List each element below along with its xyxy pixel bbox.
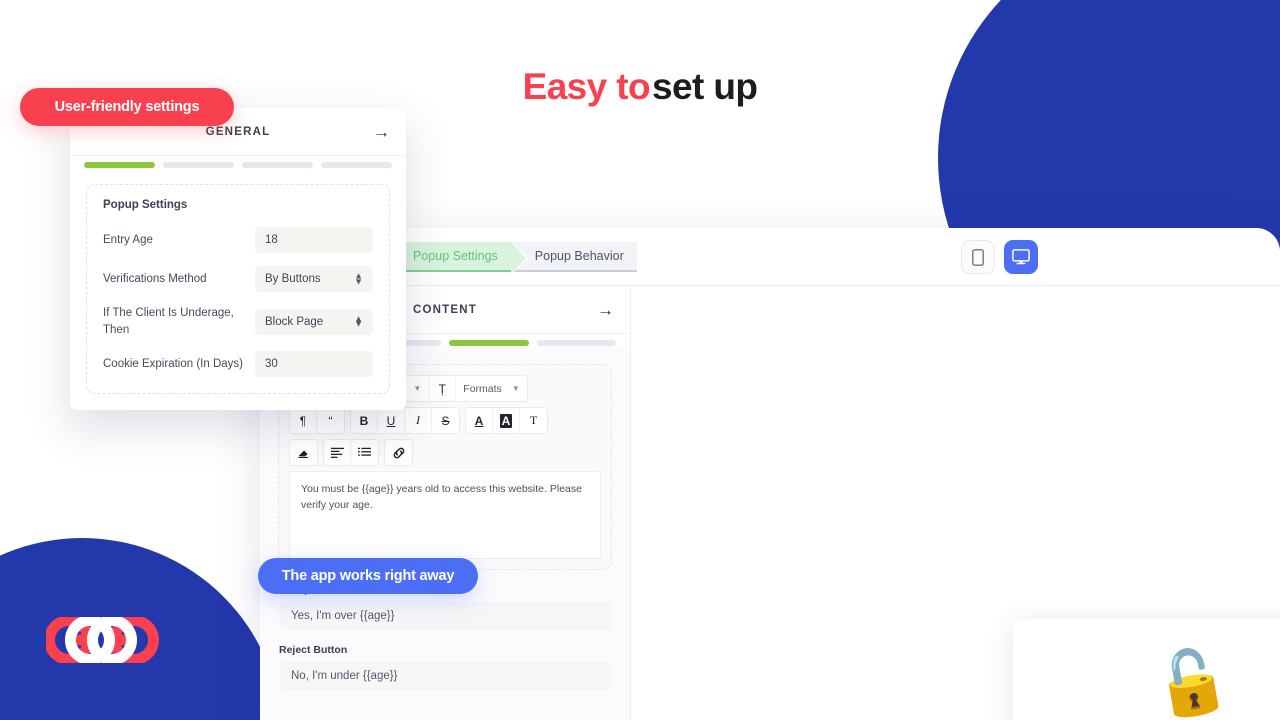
- logo-rings: [44, 615, 159, 665]
- list-icon[interactable]: [351, 440, 378, 465]
- editor-toolbar-group-link: [384, 439, 413, 466]
- mobile-icon: [972, 248, 984, 266]
- mobile-preview-button[interactable]: [961, 240, 995, 274]
- preview-pane: 🔓 Age Verification You must be 18 years …: [631, 286, 1280, 720]
- next-step-arrow-icon[interactable]: →: [373, 123, 390, 140]
- accept-button-input[interactable]: Yes, I'm over {{age}}: [279, 602, 611, 630]
- formats-select-label: Formats: [463, 382, 502, 395]
- breadcrumb: Popup Settings Popup Behavior: [403, 242, 637, 274]
- verifications-method-value: By Buttons: [265, 273, 321, 285]
- text-color-icon[interactable]: A: [466, 408, 493, 433]
- underline-icon[interactable]: U: [378, 408, 405, 433]
- desktop-icon: [1012, 249, 1030, 265]
- entry-age-label: Entry Age: [103, 233, 153, 246]
- underage-action-value: Block Page: [265, 315, 324, 328]
- field-row-cookie-expiration: Cookie Expiration (In Days) 30: [103, 351, 373, 378]
- underage-action-label: If The Client Is Underage, Then: [103, 307, 234, 336]
- verifications-method-select[interactable]: By Buttons ▲ ▼: [255, 266, 373, 292]
- progress-segment: [242, 162, 313, 168]
- editor-toolbar-group-eraser: [289, 439, 318, 466]
- badge-user-friendly-settings: User-friendly settings: [20, 88, 234, 126]
- link-glyph: [393, 447, 404, 458]
- progress-segment-active: [84, 162, 155, 168]
- field-row-underage-action: If The Client Is Underage, Then Block Pa…: [103, 305, 373, 338]
- desktop-preview-button[interactable]: [1004, 240, 1038, 274]
- general-step-title: GENERAL: [205, 125, 271, 138]
- promo-stage: Easy toset up Popup Settings Popup Behav…: [0, 0, 1280, 720]
- eraser-icon[interactable]: [290, 440, 317, 465]
- popup-settings-card: Popup Settings Entry Age 18 Verification…: [86, 184, 390, 395]
- cookie-expiration-label: Cookie Expiration (In Days): [103, 358, 243, 370]
- align-left-glyph: [330, 447, 344, 458]
- device-toggle: [961, 240, 1038, 274]
- highlight-color-icon[interactable]: A: [493, 408, 520, 433]
- underage-action-select[interactable]: Block Page ▲ ▼: [255, 308, 373, 335]
- field-row-verifications-method: Verifications Method By Buttons ▲ ▼: [103, 266, 373, 292]
- chevron-down-icon: ▼: [511, 384, 520, 393]
- next-step-arrow-icon[interactable]: →: [597, 301, 614, 318]
- general-settings-floating-panel: GENERAL → Popup Settings Entry Age 18 Ve…: [70, 108, 406, 410]
- tab-popup-settings-label: Popup Settings: [413, 249, 498, 263]
- tab-popup-settings[interactable]: Popup Settings: [403, 242, 528, 274]
- age-verification-popup-preview: 🔓 Age Verification You must be 18 years …: [1013, 619, 1280, 720]
- editor-toolbar-group-color: A A T: [465, 407, 548, 434]
- blockquote-icon[interactable]: “: [317, 408, 344, 433]
- logo-mark: [44, 615, 159, 665]
- reject-button-label: Reject Button: [279, 644, 348, 656]
- app-window: Popup Settings Popup Behavior CONTENT → …: [260, 228, 1280, 720]
- editor-content-area[interactable]: You must be {{age}} years old to access …: [289, 471, 601, 559]
- editor-toolbar-row-3: [289, 439, 601, 466]
- general-step-progress: [70, 156, 406, 168]
- tab-popup-behavior-label: Popup Behavior: [534, 249, 624, 263]
- content-step-title: CONTENT: [413, 303, 477, 316]
- progress-segment-active: [449, 340, 529, 346]
- unlocked-padlock-icon: 🔓: [1147, 642, 1236, 720]
- formats-select[interactable]: Formats ▼: [456, 376, 526, 401]
- cookie-expiration-input[interactable]: 30: [255, 351, 373, 378]
- list-glyph: [358, 447, 371, 456]
- chevron-down-icon: ▼: [413, 384, 422, 393]
- italic-icon[interactable]: I: [405, 408, 432, 433]
- progress-segment: [163, 162, 234, 168]
- badge-app-works-right-away: The app works right away: [258, 558, 478, 594]
- goqo-logo: [44, 615, 164, 665]
- editor-toolbar-group-block: ¶ “: [289, 407, 345, 434]
- paragraph-icon[interactable]: ¶: [290, 408, 317, 433]
- popup-settings-card-title: Popup Settings: [103, 199, 188, 211]
- stepper-arrows-icon: ▲ ▼: [354, 270, 363, 286]
- verifications-method-label: Verifications Method: [103, 272, 207, 285]
- headline-rest: set up: [652, 66, 758, 107]
- tab-popup-behavior[interactable]: Popup Behavior: [510, 242, 637, 272]
- entry-age-input[interactable]: 18: [255, 227, 373, 253]
- strikethrough-icon[interactable]: S: [432, 408, 459, 433]
- remove-format-icon[interactable]: T: [520, 408, 547, 433]
- app-topbar: Popup Settings Popup Behavior: [260, 228, 1280, 286]
- reject-button-input[interactable]: No, I'm under {{age}}: [279, 662, 611, 690]
- editor-toolbar-row-2: ¶ “ B U I S A A T: [289, 407, 601, 434]
- eraser-glyph: [298, 450, 309, 458]
- progress-segment: [321, 162, 392, 168]
- link-icon[interactable]: [385, 440, 412, 465]
- bold-icon[interactable]: B: [351, 408, 378, 433]
- headline-accent: Easy to: [522, 66, 651, 107]
- editor-toolbar-group-style: B U I S: [350, 407, 460, 434]
- editor-toolbar-group-align: [323, 439, 379, 466]
- progress-segment: [536, 340, 616, 346]
- field-row-entry-age: Entry Age 18: [103, 227, 373, 253]
- align-left-icon[interactable]: [324, 440, 351, 465]
- clear-format-icon[interactable]: Ț: [429, 376, 457, 401]
- stepper-arrows-icon: ▲ ▼: [354, 313, 363, 329]
